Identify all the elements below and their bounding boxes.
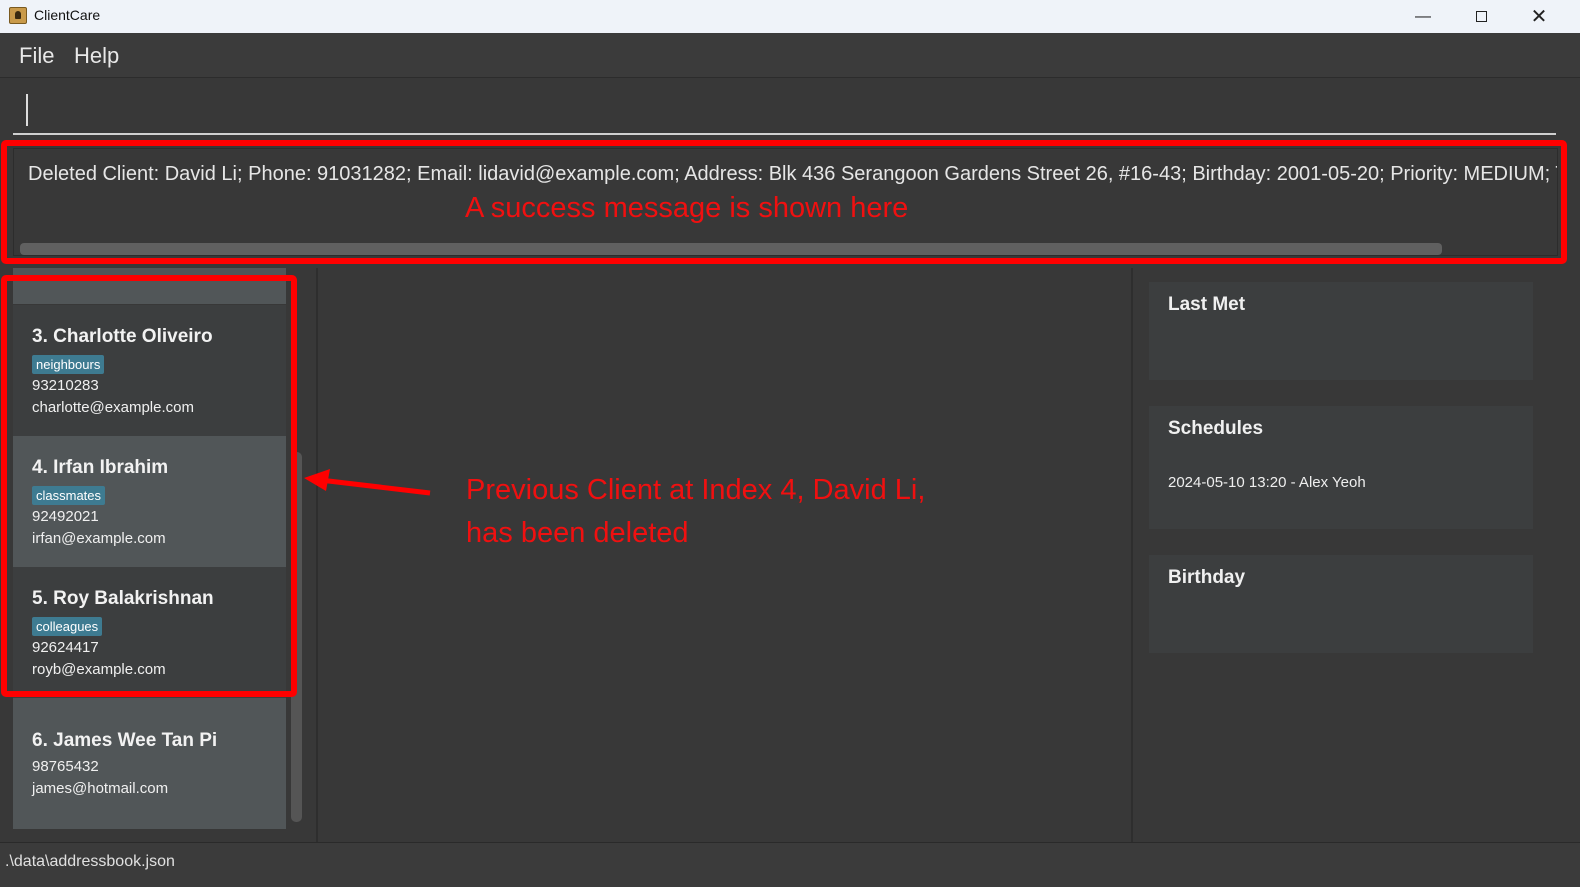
detail-panel (320, 268, 1133, 842)
text-caret (26, 94, 28, 126)
minimize-button[interactable]: — (1394, 0, 1452, 33)
schedule-item: 2024-05-10 13:20 - Alex Yeoh (1168, 474, 1366, 491)
client-phone: 98765432 (32, 758, 99, 775)
annotation-delete-note-line2: has been deleted (466, 517, 689, 549)
close-button[interactable]: ✕ (1510, 0, 1568, 33)
maximize-icon (1475, 11, 1487, 22)
status-bar: .\data\addressbook.json (0, 842, 1580, 887)
annotation-arrow-icon (304, 469, 431, 496)
client-card[interactable]: 6. James Wee Tan Pi 98765432 james@hotma… (13, 698, 286, 829)
annotation-box-list (1, 275, 297, 697)
window-title: ClientCare (34, 7, 101, 23)
close-icon: ✕ (1530, 6, 1548, 28)
birthday-panel: Birthday (1149, 555, 1533, 653)
last-met-panel: Last Met (1149, 282, 1533, 380)
client-name: 6. James Wee Tan Pi (32, 730, 218, 751)
client-email: james@hotmail.com (32, 780, 169, 797)
maximize-button[interactable] (1452, 0, 1510, 33)
minimize-icon: — (1415, 7, 1431, 25)
command-input[interactable] (13, 80, 1556, 135)
menu-file[interactable]: File (19, 43, 54, 69)
annotation-delete-note-line1: Previous Client at Index 4, David Li, (466, 474, 926, 506)
schedules-title: Schedules (1168, 418, 1264, 439)
file-path: .\data\addressbook.json (5, 853, 175, 870)
app-icon (9, 7, 27, 24)
annotation-success-note: A success message is shown here (465, 192, 909, 224)
menu-bar: File Help (0, 33, 1580, 78)
birthday-title: Birthday (1168, 567, 1246, 588)
title-bar: ClientCare — ✕ (0, 0, 1580, 33)
last-met-title: Last Met (1168, 294, 1246, 315)
schedules-panel: Schedules 2024-05-10 13:20 - Alex Yeoh (1149, 406, 1533, 529)
menu-help[interactable]: Help (74, 43, 119, 69)
